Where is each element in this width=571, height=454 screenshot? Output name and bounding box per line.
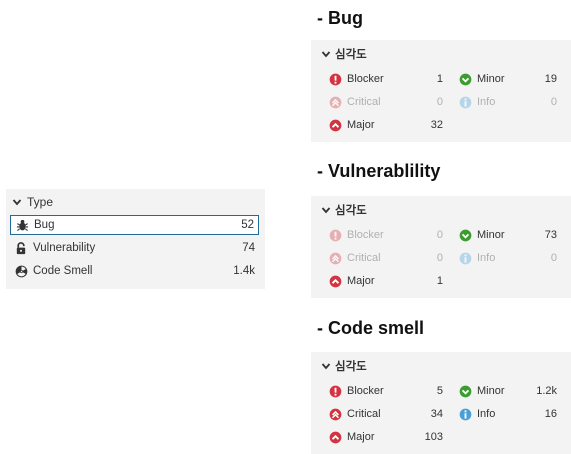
severity-minor[interactable]: Minor 73	[459, 226, 559, 244]
severity-facet-title: 심각도	[335, 205, 367, 217]
major-icon	[329, 119, 342, 131]
severity-label: Info	[477, 96, 496, 108]
severity-label: Minor	[477, 385, 505, 397]
severity-label: Critical	[347, 96, 381, 108]
severity-count: 0	[436, 96, 443, 108]
section-heading-code-smell: - Code smell	[317, 318, 425, 338]
critical-icon	[329, 96, 342, 108]
critical-icon	[329, 408, 342, 420]
info-icon	[459, 252, 472, 264]
severity-label: Major	[347, 275, 375, 287]
severity-critical[interactable]: Critical 0	[329, 93, 443, 111]
type-item-bug[interactable]: Bug 52	[10, 215, 259, 235]
severity-info[interactable]: Info 0	[459, 249, 559, 267]
major-icon	[329, 275, 342, 287]
severity-info[interactable]: Info 16	[459, 405, 559, 423]
lock-icon	[14, 241, 28, 255]
severity-label: Info	[477, 252, 496, 264]
severity-count: 0	[550, 252, 557, 264]
severity-count: 73	[544, 229, 557, 241]
severity-blocker[interactable]: Blocker 0	[329, 226, 443, 244]
type-facet: Type Bug 52 Vulnerability 74 Code Smell …	[6, 189, 265, 289]
severity-label: Critical	[347, 408, 381, 420]
blocker-icon	[329, 385, 342, 397]
severity-count: 1	[436, 275, 443, 287]
chevron-down-icon	[321, 363, 331, 370]
info-icon	[459, 408, 472, 420]
severity-critical[interactable]: Critical 34	[329, 405, 443, 423]
severity-count: 103	[424, 431, 443, 443]
severity-facet-vulnerability: 심각도 Blocker 0 Minor 73 Critical 0 Info 0…	[311, 196, 571, 298]
severity-count: 5	[436, 385, 443, 397]
severity-facet-bug: 심각도 Blocker 1 Minor 19 Critical 0 Info 0…	[311, 40, 571, 142]
type-item-label: Vulnerability	[33, 242, 96, 254]
critical-icon	[329, 252, 342, 264]
type-item-count: 1.4k	[233, 265, 255, 277]
bug-icon	[15, 218, 29, 232]
severity-count: 0	[436, 229, 443, 241]
blocker-icon	[329, 229, 342, 241]
severity-label: Info	[477, 408, 496, 420]
blocker-icon	[329, 73, 342, 85]
severity-count: 0	[436, 252, 443, 264]
severity-minor[interactable]: Minor 1.2k	[459, 382, 559, 400]
severity-label: Major	[347, 119, 375, 131]
severity-label: Blocker	[347, 73, 384, 85]
type-facet-title: Type	[27, 195, 54, 209]
section-heading-bug: - Bug	[317, 8, 363, 28]
severity-blocker[interactable]: Blocker 1	[329, 70, 443, 88]
type-item-label: Code Smell	[33, 265, 93, 277]
severity-label: Minor	[477, 73, 505, 85]
severity-label: Minor	[477, 229, 505, 241]
severity-label: Critical	[347, 252, 381, 264]
severity-count: 19	[544, 73, 557, 85]
type-facet-header[interactable]: Type	[12, 193, 53, 211]
info-icon	[459, 96, 472, 108]
minor-icon	[459, 385, 472, 397]
radiation-icon	[14, 264, 28, 278]
severity-minor[interactable]: Minor 19	[459, 70, 559, 88]
minor-icon	[459, 73, 472, 85]
severity-label: Major	[347, 431, 375, 443]
severity-facet-code-smell: 심각도 Blocker 5 Minor 1.2k Critical 34 Inf…	[311, 352, 571, 454]
severity-count: 1	[436, 73, 443, 85]
severity-blocker[interactable]: Blocker 5	[329, 382, 443, 400]
chevron-down-icon	[12, 199, 22, 206]
severity-count: 32	[430, 119, 443, 131]
severity-critical[interactable]: Critical 0	[329, 249, 443, 267]
severity-facet-title: 심각도	[335, 361, 367, 373]
severity-label: Blocker	[347, 385, 384, 397]
severity-major[interactable]: Major 1	[329, 272, 443, 290]
type-item-count: 52	[241, 219, 254, 231]
severity-facet-title: 심각도	[335, 49, 367, 61]
severity-count: 34	[430, 408, 443, 420]
section-heading-vulnerability: - Vulnerablility	[317, 161, 441, 181]
severity-major[interactable]: Major 103	[329, 428, 443, 446]
type-item-count: 74	[242, 242, 255, 254]
chevron-down-icon	[321, 51, 331, 58]
severity-count: 16	[544, 408, 557, 420]
major-icon	[329, 431, 342, 443]
minor-icon	[459, 229, 472, 241]
chevron-down-icon	[321, 207, 331, 214]
type-item-label: Bug	[34, 219, 55, 231]
severity-facet-header[interactable]: 심각도	[321, 46, 367, 62]
severity-count: 0	[550, 96, 557, 108]
type-item-vulnerability[interactable]: Vulnerability 74	[10, 238, 259, 258]
severity-info[interactable]: Info 0	[459, 93, 559, 111]
type-item-code-smell[interactable]: Code Smell 1.4k	[10, 261, 259, 281]
severity-facet-header[interactable]: 심각도	[321, 358, 367, 374]
severity-facet-header[interactable]: 심각도	[321, 202, 367, 218]
severity-major[interactable]: Major 32	[329, 116, 443, 134]
severity-label: Blocker	[347, 229, 384, 241]
severity-count: 1.2k	[536, 385, 557, 397]
